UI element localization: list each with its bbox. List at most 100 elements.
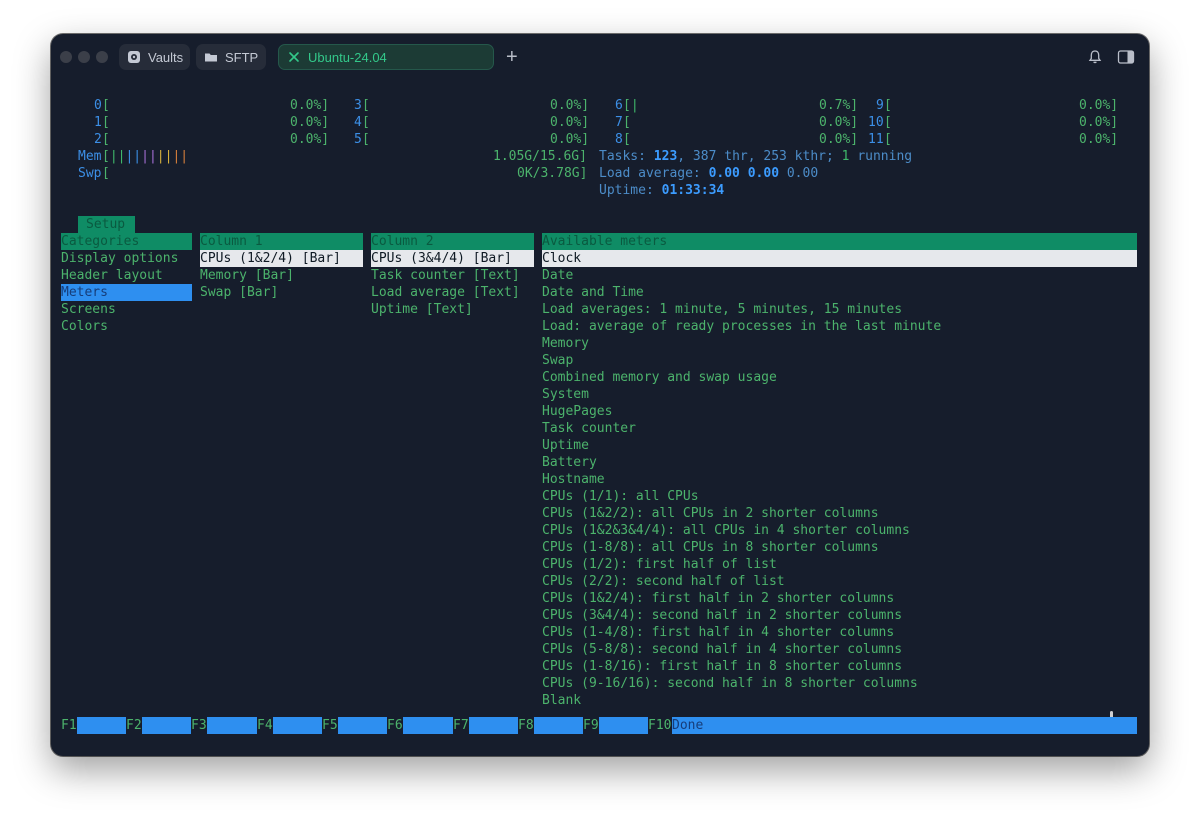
cpu-bar-open: [ <box>362 115 370 130</box>
available-meters-header: Available meters <box>542 233 1137 250</box>
close-window-button[interactable] <box>60 51 72 63</box>
column1-item[interactable]: CPUs (1&2/4) [Bar] <box>200 250 363 267</box>
terminal-content[interactable]: 0 [ 0.0%] 1 [ 0.0%] 2 [ 0.0%] 3 [ 0.0%] … <box>51 80 1149 756</box>
cpu-label: 8 <box>615 132 623 147</box>
fkey-f5-button[interactable] <box>338 717 387 734</box>
cpu-bar-open: [ <box>102 132 110 147</box>
load-1: 0.00 <box>708 166 740 181</box>
fkey-f4-button[interactable] <box>273 717 322 734</box>
available-meter-item[interactable]: Load averages: 1 minute, 5 minutes, 15 m… <box>542 301 902 318</box>
available-meter-item[interactable]: Date and Time <box>542 284 644 301</box>
available-meter-item[interactable]: Blank <box>542 692 581 709</box>
tab-label: Ubuntu-24.04 <box>308 49 387 65</box>
tab-sftp[interactable]: SFTP <box>196 44 266 70</box>
terminal-window: Vaults SFTP Ubuntu-24.04 + 0 [ 0.0%] 1 [ <box>51 34 1149 756</box>
uptime-label: Uptime: <box>599 183 654 198</box>
column2-item[interactable]: CPUs (3&4/4) [Bar] <box>371 250 534 267</box>
column2-item[interactable]: Load average [Text] <box>371 284 520 301</box>
available-meter-item[interactable]: HugePages <box>542 403 612 420</box>
cpu-percent: 0.0%] <box>1079 98 1119 113</box>
available-meter-item[interactable]: CPUs (1-8/16): first half in 8 shorter c… <box>542 658 902 675</box>
category-header-layout[interactable]: Header layout <box>61 267 163 284</box>
available-meter-item[interactable]: CPUs (2/2): second half of list <box>542 573 785 590</box>
cpu-label: 2 <box>94 132 102 147</box>
cpu-label: 0 <box>94 98 102 113</box>
folder-icon <box>204 50 218 64</box>
fkey-f6-button[interactable] <box>403 717 453 734</box>
column1-item[interactable]: Swap [Bar] <box>200 284 278 301</box>
available-meter-item[interactable]: System <box>542 386 589 403</box>
available-meter-item[interactable]: CPUs (5-8/8): second half in 4 shorter c… <box>542 641 902 658</box>
fkey-f9-button[interactable] <box>599 717 648 734</box>
tab-label: SFTP <box>225 49 259 65</box>
close-icon[interactable] <box>287 50 301 64</box>
tasks-running-label: running <box>857 149 913 164</box>
tab-label: Vaults <box>148 49 184 65</box>
cpu-label: 9 <box>876 98 884 113</box>
tab-ubuntu[interactable]: Ubuntu-24.04 <box>278 44 494 70</box>
available-meter-item[interactable]: Combined memory and swap usage <box>542 369 777 386</box>
minimize-window-button[interactable] <box>78 51 90 63</box>
cpu-label: 10 <box>868 115 884 130</box>
column1-item[interactable]: Memory [Bar] <box>200 267 294 284</box>
fkey-f1-button[interactable] <box>77 717 126 734</box>
tasks-running-count: 1 <box>841 149 850 164</box>
tasks-count: 123 <box>653 149 678 164</box>
fkey-f2-button[interactable] <box>142 717 191 734</box>
available-meter-item[interactable]: Hostname <box>542 471 605 488</box>
cpu-bar-open: [ <box>362 132 370 147</box>
available-meter-item[interactable]: CPUs (1-8/8): all CPUs in 8 shorter colu… <box>542 539 879 556</box>
cpu-bar-open: [ <box>102 98 110 113</box>
available-meter-item[interactable]: Swap <box>542 352 573 369</box>
cpu-percent: 0.0%] <box>290 115 330 130</box>
cpu-bar-open: [ <box>623 115 631 130</box>
new-tab-button[interactable]: + <box>506 45 518 69</box>
available-meter-item[interactable]: CPUs (1&2&3&4/4): all CPUs in 4 shorter … <box>542 522 910 539</box>
fkey-label: F1 <box>61 718 77 733</box>
cpu-label: 1 <box>94 115 102 130</box>
tasks-threads: , 387 thr, 253 kthr; <box>677 149 834 164</box>
category-colors[interactable]: Colors <box>61 318 108 335</box>
zoom-window-button[interactable] <box>96 51 108 63</box>
available-meter-item[interactable]: Memory <box>542 335 589 352</box>
category-display-options[interactable]: Display options <box>61 250 178 267</box>
available-meter-item[interactable]: CPUs (1-4/8): first half in 4 shorter co… <box>542 624 894 641</box>
fkey-label: F4 <box>257 718 273 733</box>
cpu-bar-open: [ <box>362 98 370 113</box>
available-meter-item[interactable]: Date <box>542 267 573 284</box>
mem-bar: [|||||||||| <box>102 149 189 164</box>
cpu-percent: 0.0%] <box>290 98 330 113</box>
sidebar-toggle-icon[interactable] <box>1117 49 1135 65</box>
column2-item[interactable]: Uptime [Text] <box>371 301 473 318</box>
fkey-f3-button[interactable] <box>207 717 257 734</box>
fkey-label: F9 <box>583 718 599 733</box>
available-meter-item[interactable]: CPUs (1/2): first half of list <box>542 556 777 573</box>
cpu-bar-open: [ <box>102 115 110 130</box>
available-meter-item[interactable]: Clock <box>542 250 1137 267</box>
cpu-bar-open: [ <box>623 132 631 147</box>
cpu-bar-open: [ <box>884 98 892 113</box>
fkey-f7-button[interactable] <box>469 717 518 734</box>
fkey-f8-button[interactable] <box>534 717 583 734</box>
bell-icon[interactable] <box>1087 49 1103 65</box>
available-meter-item[interactable]: CPUs (3&4/4): second half in 2 shorter c… <box>542 607 902 624</box>
category-screens[interactable]: Screens <box>61 301 116 318</box>
available-meter-item[interactable]: CPUs (9-16/16): second half in 8 shorter… <box>542 675 918 692</box>
available-meter-item[interactable]: CPUs (1&2/2): all CPUs in 2 shorter colu… <box>542 505 879 522</box>
available-meter-item[interactable]: Task counter <box>542 420 636 437</box>
available-meter-item[interactable]: CPUs (1/1): all CPUs <box>542 488 699 505</box>
available-meter-item[interactable]: CPUs (1&2/4): first half in 2 shorter co… <box>542 590 894 607</box>
column2-item[interactable]: Task counter [Text] <box>371 267 520 284</box>
fkey-label: F5 <box>322 718 338 733</box>
cpu-percent: 0.0%] <box>819 132 859 147</box>
available-meter-item[interactable]: Load: average of ready processes in the … <box>542 318 941 335</box>
available-meter-item[interactable]: Battery <box>542 454 597 471</box>
cpu-percent: 0.0%] <box>550 115 590 130</box>
available-meter-item[interactable]: Uptime <box>542 437 589 454</box>
category-meters[interactable]: Meters <box>61 284 192 301</box>
fkey-f10-done-button[interactable]: Done <box>672 717 1137 734</box>
setup-tab[interactable]: Setup <box>78 216 135 233</box>
cpu-percent: 0.0%] <box>1079 132 1119 147</box>
tab-vaults[interactable]: Vaults <box>119 44 190 70</box>
mem-label: Mem <box>78 149 102 164</box>
